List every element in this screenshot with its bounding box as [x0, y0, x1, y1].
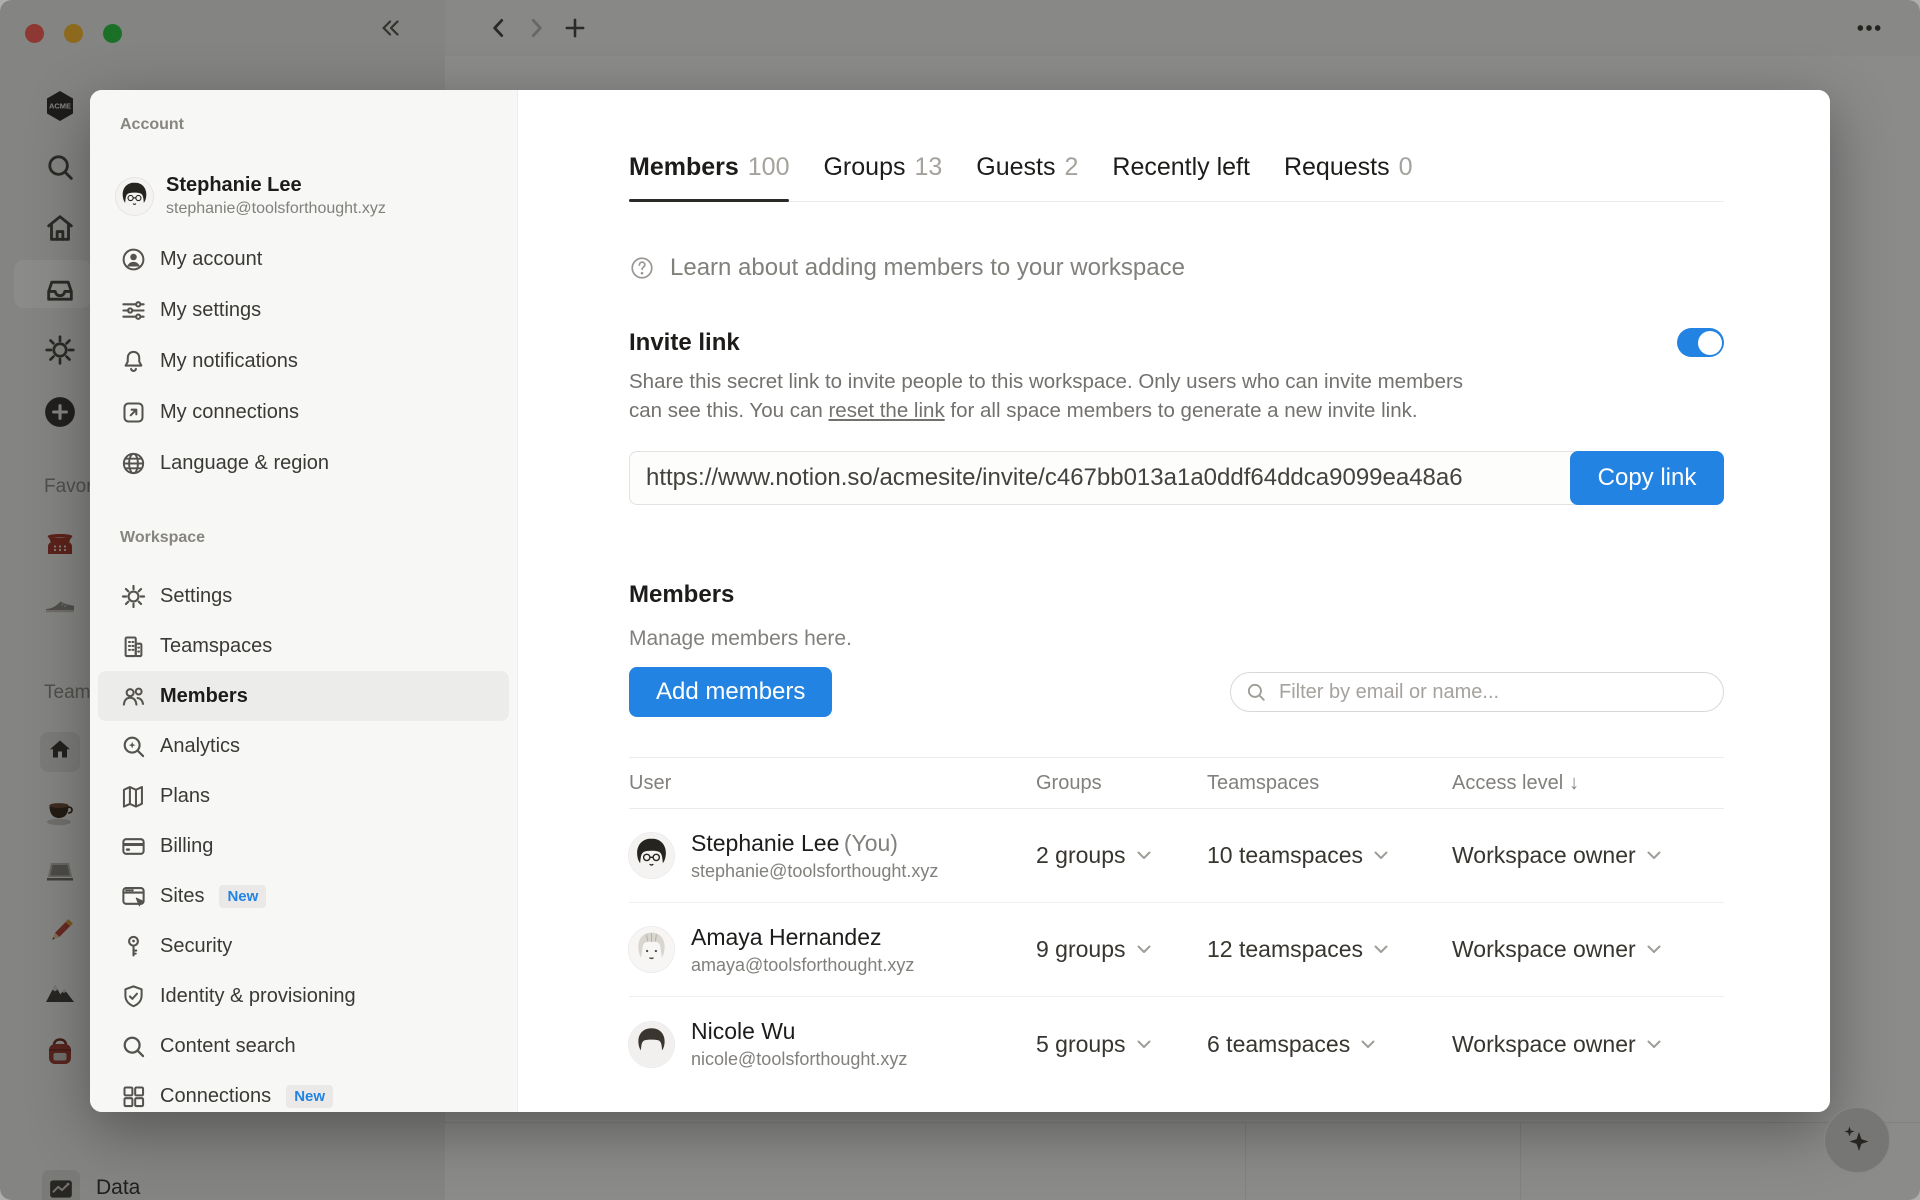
account-user-name: Stephanie Lee: [166, 174, 302, 196]
members-section-title: Members: [629, 581, 735, 608]
filter-members-input[interactable]: [1277, 679, 1709, 705]
chevron-down-icon: [1374, 945, 1388, 954]
sidebar-item-plans[interactable]: Plans: [98, 771, 509, 821]
sidebar-item-billing[interactable]: Billing: [98, 821, 509, 871]
chevron-down-icon: [1647, 851, 1661, 860]
chevron-down-icon: [1137, 1040, 1151, 1049]
invite-link-toggle[interactable]: [1677, 328, 1724, 357]
shield-check-icon: [120, 983, 147, 1010]
access-level-dropdown[interactable]: Workspace owner: [1452, 936, 1724, 963]
sidebar-item-members[interactable]: Members: [98, 671, 509, 721]
sidebar-item-content-search[interactable]: Content search: [98, 1021, 509, 1071]
filter-members-field[interactable]: [1230, 672, 1724, 712]
sort-descending-icon: ↓: [1569, 771, 1580, 794]
invite-link-description: Share this secret link to invite people …: [629, 370, 1464, 422]
teamspaces-dropdown[interactable]: 12 teamspaces: [1207, 936, 1452, 963]
sparkles-icon: [1840, 1123, 1874, 1157]
ai-assistant-button[interactable]: [1824, 1107, 1890, 1173]
bell-icon: [120, 348, 147, 375]
tab-groups[interactable]: Groups 13: [823, 153, 942, 201]
key-icon: [120, 933, 147, 960]
reset-link[interactable]: reset the link: [828, 399, 944, 422]
workspace-section-label: Workspace: [120, 529, 206, 546]
question-circle-icon: [629, 255, 655, 281]
avatar: [629, 1022, 674, 1067]
groups-dropdown[interactable]: 5 groups: [1036, 1031, 1207, 1058]
people-icon: [120, 683, 147, 710]
building-icon: [120, 633, 147, 660]
members-tabs: Members 100 Groups 13 Guests 2 Recently lef…: [629, 153, 1724, 202]
tab-requests[interactable]: Requests 0: [1284, 153, 1413, 201]
sidebar-item-connections[interactable]: Connections New: [98, 1071, 509, 1112]
learn-about-members-link[interactable]: Learn about adding members to your works…: [629, 254, 1724, 282]
column-header-groups[interactable]: Groups: [1036, 772, 1207, 795]
credit-card-icon: [120, 833, 147, 860]
settings-modal: Account Stephanie Lee stephanie@toolsfor…: [90, 90, 1830, 1112]
column-header-access-level[interactable]: Access level ↓: [1452, 772, 1724, 795]
sidebar-item-language-region[interactable]: Language & region: [98, 438, 509, 489]
chevron-down-icon: [1647, 1040, 1661, 1049]
avatar: [629, 927, 674, 972]
access-level-dropdown[interactable]: Workspace owner: [1452, 842, 1724, 869]
access-level-dropdown[interactable]: Workspace owner: [1452, 1031, 1724, 1058]
browser-cursor-icon: [120, 883, 147, 910]
app-window: ACME Favorites Teamspaces Data Data Home: [0, 0, 1920, 1200]
tab-guests[interactable]: Guests 2: [976, 153, 1078, 201]
chevron-down-icon: [1137, 851, 1151, 860]
settings-sidebar: Account Stephanie Lee stephanie@toolsfor…: [90, 90, 518, 1112]
invite-link-title: Invite link: [629, 328, 740, 356]
sidebar-item-identity-provisioning[interactable]: Identity & provisioning: [98, 971, 509, 1021]
chevron-down-icon: [1647, 945, 1661, 954]
sidebar-item-analytics[interactable]: Analytics: [98, 721, 509, 771]
chevron-down-icon: [1374, 851, 1388, 860]
teamspaces-dropdown[interactable]: 10 teamspaces: [1207, 842, 1452, 869]
groups-dropdown[interactable]: 9 groups: [1036, 936, 1207, 963]
chevron-down-icon: [1361, 1040, 1375, 1049]
members-table: User Groups Teamspaces Access level ↓ Ste…: [629, 757, 1724, 1091]
column-header-user[interactable]: User: [629, 772, 1036, 795]
magnifier-icon: [120, 1033, 147, 1060]
arrow-up-right-square-icon: [120, 399, 147, 426]
account-section-label: Account: [120, 116, 184, 133]
copy-link-button[interactable]: Copy link: [1570, 451, 1724, 505]
globe-icon: [120, 450, 147, 477]
members-section-subtitle: Manage members here.: [629, 627, 852, 650]
gear-icon: [120, 583, 147, 610]
sidebar-item-my-settings[interactable]: My settings: [98, 285, 509, 336]
new-badge: New: [286, 1084, 334, 1108]
sliders-icon: [120, 297, 147, 324]
groups-dropdown[interactable]: 2 groups: [1036, 842, 1207, 869]
column-header-teamspaces[interactable]: Teamspaces: [1207, 772, 1452, 795]
table-row: Stephanie Lee (You) stephanie@toolsforth…: [629, 809, 1724, 903]
sidebar-item-my-account[interactable]: My account: [98, 234, 509, 285]
invite-link-input[interactable]: [629, 451, 1576, 505]
person-circle-icon: [120, 246, 147, 273]
chevron-down-icon: [1137, 945, 1151, 954]
grid-squares-icon: [120, 1083, 147, 1110]
map-icon: [120, 783, 147, 810]
search-icon: [1245, 681, 1267, 703]
sidebar-item-my-connections[interactable]: My connections: [98, 387, 509, 438]
sidebar-item-security[interactable]: Security: [98, 921, 509, 971]
sidebar-item-sites[interactable]: Sites New: [98, 871, 509, 921]
account-user-email: stephanie@toolsforthought.xyz: [166, 200, 386, 217]
teamspaces-dropdown[interactable]: 6 teamspaces: [1207, 1031, 1452, 1058]
table-row: Amaya Hernandez amaya@toolsforthought.xy…: [629, 903, 1724, 997]
sidebar-item-settings[interactable]: Settings: [98, 571, 509, 621]
account-user-row[interactable]: Stephanie Lee stephanie@toolsforthought.…: [116, 174, 517, 218]
add-members-button[interactable]: Add members: [629, 667, 833, 717]
avatar: [629, 833, 674, 878]
settings-content: Members 100 Groups 13 Guests 2 Recently lef…: [518, 90, 1830, 1112]
sidebar-item-my-notifications[interactable]: My notifications: [98, 336, 509, 387]
tab-recently-left[interactable]: Recently left: [1112, 153, 1250, 201]
magnifier-sparkle-icon: [120, 733, 147, 760]
sidebar-item-teamspaces[interactable]: Teamspaces: [98, 621, 509, 671]
tab-members[interactable]: Members 100: [629, 153, 790, 202]
avatar: [116, 178, 153, 215]
new-badge: New: [219, 884, 267, 908]
table-row: Nicole Wu nicole@toolsforthought.xyz 5 g…: [629, 997, 1724, 1091]
